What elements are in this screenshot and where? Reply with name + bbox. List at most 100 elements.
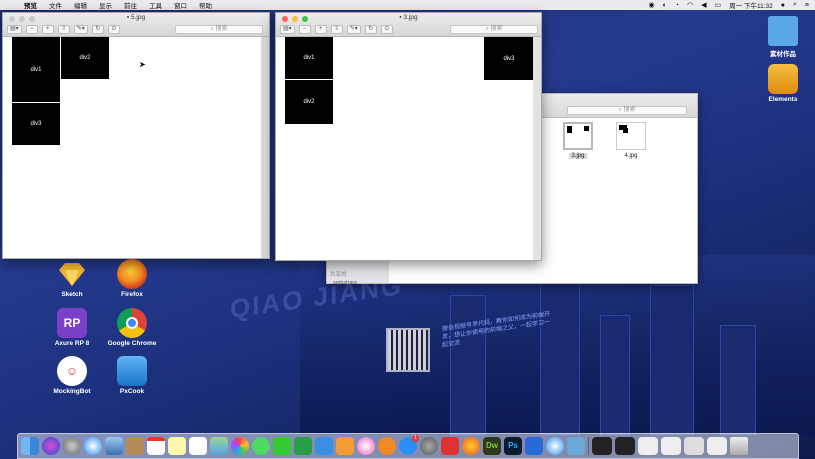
keynote-icon[interactable] (315, 437, 333, 455)
desktop-icon-label: Firefox (121, 291, 143, 298)
menu-window[interactable]: 窗口 (174, 0, 187, 10)
notes-icon[interactable] (168, 437, 186, 455)
minimized-window-icon[interactable] (592, 437, 612, 455)
file-thumbnail-3jpg[interactable] (563, 122, 593, 150)
desktop-icon-mockingbot[interactable]: ☺ MockingBot (42, 356, 102, 395)
window-scrollbar[interactable] (261, 37, 269, 258)
reminders-icon[interactable] (189, 437, 207, 455)
image-block-div2: div2 (285, 80, 333, 124)
axure-dock-icon[interactable] (525, 437, 543, 455)
menu-view[interactable]: 显示 (99, 0, 112, 10)
zoom-in-icon[interactable]: + (41, 25, 54, 34)
minimized-window-icon[interactable] (638, 437, 658, 455)
launchpad-icon[interactable] (63, 437, 81, 455)
sidebar-item-smbshare[interactable]: smbshare (333, 280, 357, 286)
battery-icon[interactable]: ▭ (715, 1, 722, 9)
siri-icon[interactable] (42, 437, 60, 455)
maps-icon[interactable] (210, 437, 228, 455)
preview-search-input[interactable]: ⌕ 搜索 (175, 25, 263, 34)
preview-window-3jpg[interactable]: ▪ 3.jpg ▤▾ − + ⇧ ✎▾ ↻ ⊙ ⌕ 搜索 div1 div2 d… (275, 12, 542, 261)
pxcook-dock-icon[interactable] (567, 437, 585, 455)
desktop-icon-label: Google Chrome (107, 340, 157, 347)
menu-help[interactable]: 帮助 (199, 0, 212, 10)
messages-icon[interactable] (252, 437, 270, 455)
ibooks-icon[interactable] (378, 437, 396, 455)
sidebar-toggle-icon[interactable]: ▤▾ (7, 25, 22, 34)
file-label-4jpg[interactable]: 4.jpg (616, 153, 646, 159)
volume-icon[interactable]: ◀ (701, 1, 706, 9)
file-thumbnail-4jpg[interactable] (616, 122, 646, 150)
menubar-clock[interactable]: 周一 下午11:32 (729, 0, 773, 10)
minimized-window-icon[interactable] (707, 437, 727, 455)
minimized-window-icon[interactable] (684, 437, 704, 455)
file-label-3jpg[interactable]: 3.jpg (563, 153, 593, 159)
zoom-out-icon[interactable]: − (298, 25, 311, 34)
desktop-icon-chrome[interactable]: Google Chrome (102, 308, 162, 347)
image-block-div3: div3 (12, 103, 60, 145)
desktop-icon-axure[interactable]: RP Axure RP 8 (42, 308, 102, 347)
window-scrollbar[interactable] (533, 37, 541, 260)
preview-toolbar: ▤▾ − + ⇧ ✎▾ ↻ ⊙ (280, 25, 393, 34)
share-icon[interactable]: ⇧ (330, 25, 343, 34)
menu-app[interactable]: 预览 (24, 0, 37, 10)
status-dot-icon[interactable]: ◉ (648, 1, 654, 9)
thumb-block (623, 128, 628, 133)
system-preferences-icon[interactable] (420, 437, 438, 455)
desktop-icon-label: 素材作品 (770, 51, 796, 58)
activity-icon[interactable]: ◐ (663, 2, 667, 9)
dreamweaver-icon[interactable]: Dw (483, 437, 501, 455)
window-titlebar: ▪ 3.jpg ▤▾ − + ⇧ ✎▾ ↻ ⊙ ⌕ 搜索 (276, 13, 541, 37)
markup-toolbar-icon[interactable]: ⊙ (380, 25, 393, 34)
safari-2-icon[interactable] (546, 437, 564, 455)
numbers-icon[interactable] (294, 437, 312, 455)
photoshop-icon[interactable]: Ps (504, 437, 522, 455)
firefox-dock-icon[interactable] (462, 437, 480, 455)
facetime-icon[interactable] (273, 437, 291, 455)
desktop-icon-elements[interactable]: Elements (753, 64, 813, 103)
itunes-icon[interactable] (357, 437, 375, 455)
preview-icon[interactable] (105, 437, 123, 455)
spotlight-icon[interactable]: ⌕ (793, 1, 797, 9)
dock: 1 Dw Ps (17, 433, 799, 459)
preview-search-input[interactable]: ⌕ 搜索 (450, 25, 538, 34)
rotate-icon[interactable]: ↻ (91, 25, 104, 34)
safari-icon[interactable] (84, 437, 102, 455)
desktop-icon-folder[interactable]: 素材作品 (753, 16, 813, 58)
notification-badge: 1 (412, 435, 419, 442)
desktop-icon-sketch[interactable]: Sketch (42, 259, 102, 298)
sidebar-toggle-icon[interactable]: ▤▾ (280, 25, 295, 34)
user-icon[interactable]: ● (781, 2, 785, 9)
rotate-icon[interactable]: ↻ (364, 25, 377, 34)
app-store-icon[interactable]: 1 (399, 435, 419, 455)
minimized-window-icon[interactable] (615, 437, 635, 455)
zoom-out-icon[interactable]: − (25, 25, 38, 34)
window-titlebar: ▪ 5.jpg ▤▾ − + ⇧ ✎▾ ↻ ⊙ ⌕ 搜索 (3, 13, 269, 37)
zoom-in-icon[interactable]: + (314, 25, 327, 34)
menu-go[interactable]: 前往 (124, 0, 137, 10)
markup-pen-icon[interactable]: ✎▾ (73, 25, 88, 34)
thumb-block (567, 126, 572, 133)
share-icon[interactable]: ⇧ (57, 25, 70, 34)
desktop-icon-pxcook[interactable]: PxCook (102, 356, 162, 395)
markup-toolbar-icon[interactable]: ⊙ (107, 25, 120, 34)
clock-icon[interactable]: ◔ (675, 2, 679, 9)
desktop-icon-firefox[interactable]: Firefox (102, 259, 162, 298)
pages-icon[interactable] (336, 437, 354, 455)
contacts-icon[interactable] (126, 437, 144, 455)
xmind-icon[interactable] (441, 437, 459, 455)
menu-file[interactable]: 文件 (49, 0, 62, 10)
preview-window-5jpg[interactable]: ▪ 5.jpg ▤▾ − + ⇧ ✎▾ ↻ ⊙ ⌕ 搜索 div1 div2 d… (2, 12, 270, 259)
trash-icon[interactable] (730, 437, 748, 455)
wifi-icon[interactable]: ◠ (687, 1, 693, 9)
window-title-text: 5.jpg (131, 14, 146, 21)
calendar-icon[interactable] (147, 437, 165, 455)
markup-pen-icon[interactable]: ✎▾ (346, 25, 361, 34)
finder-search-input[interactable]: ⌕ 搜索 (567, 106, 687, 115)
photos-icon[interactable] (231, 437, 249, 455)
minimized-window-icon[interactable] (661, 437, 681, 455)
menu-edit[interactable]: 编辑 (74, 0, 87, 10)
search-placeholder: 搜索 (215, 26, 228, 32)
menu-tools[interactable]: 工具 (149, 0, 162, 10)
notification-center-icon[interactable]: ≡ (805, 2, 809, 9)
finder-icon[interactable] (21, 437, 39, 455)
